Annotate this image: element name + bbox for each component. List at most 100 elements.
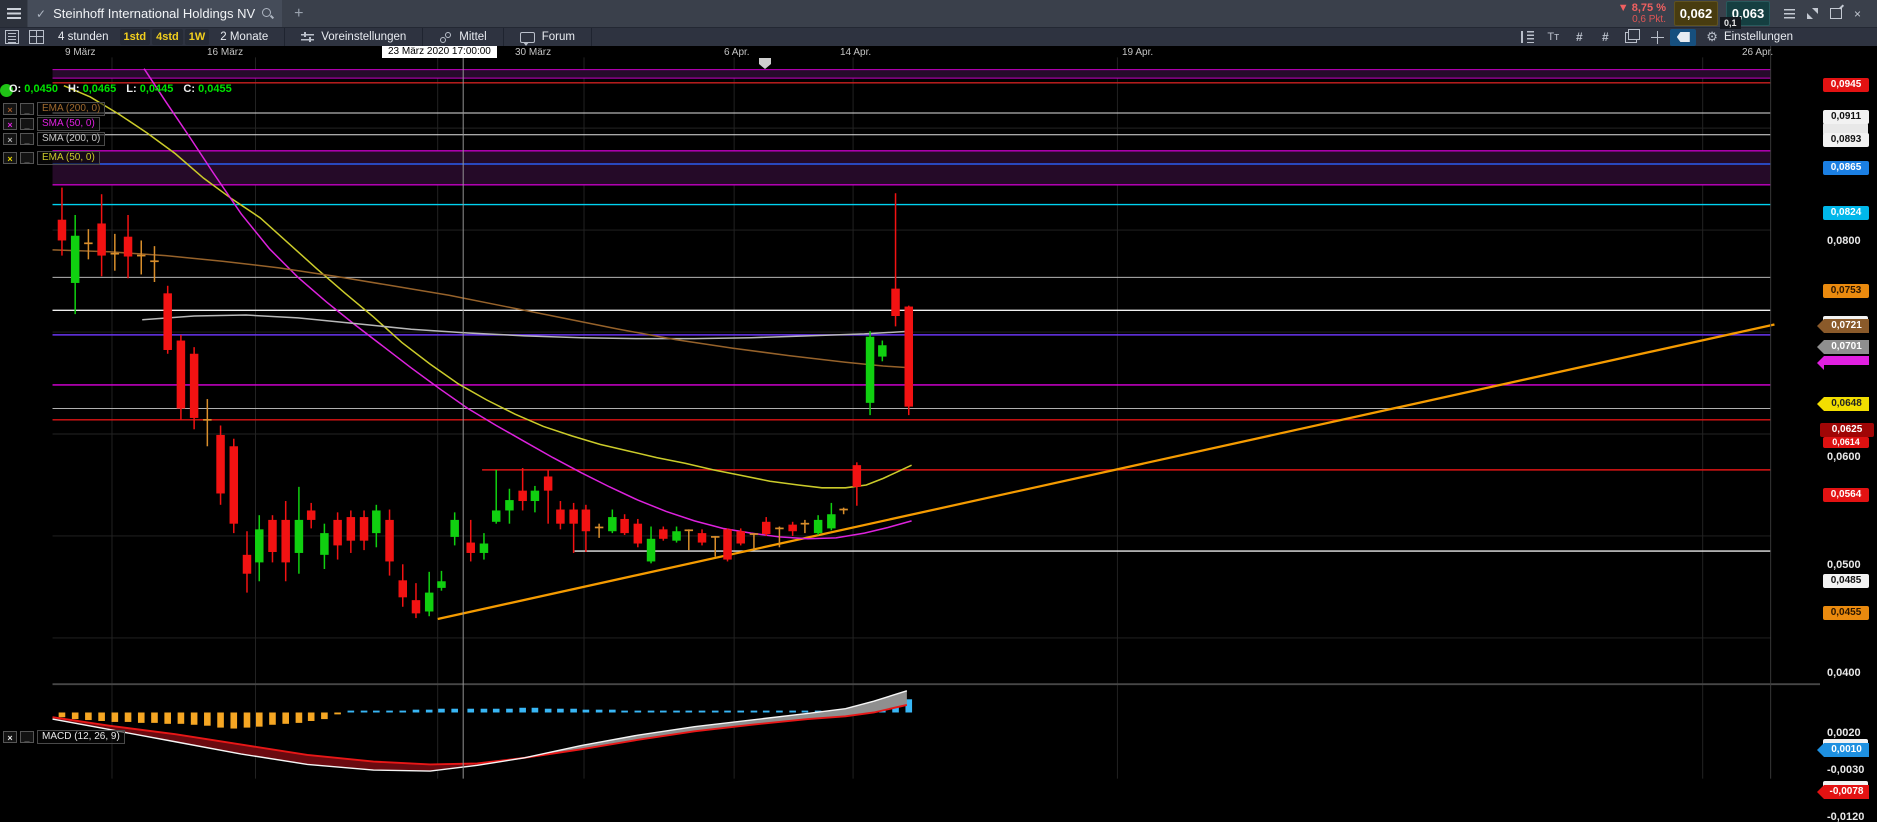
indicator-minimize-button[interactable]: _ [20,103,34,115]
macd-histogram-bar [750,710,758,713]
macd-histogram-bar [217,712,224,728]
candle-body [97,223,106,256]
indicator-minimize-button[interactable]: _ [20,133,34,145]
macd-histogram-bar [269,712,276,725]
gear-icon: ⚙ [1706,29,1718,44]
candle-body [813,519,823,534]
draw-grid-button[interactable]: # [1592,29,1618,46]
scale-tool-button[interactable] [1514,29,1540,46]
close-value: 0,0455 [198,83,232,95]
text-tool-button[interactable]: Tт [1540,29,1566,46]
window-list-icon[interactable] [1783,8,1795,19]
price-axis-label: -0,0120 [1827,811,1865,822]
price-axis-label: 0,0865 [1823,161,1869,175]
close-icon[interactable]: × [1854,8,1861,20]
price-axis-label: 0,0701 [1817,340,1869,354]
indicator-close-button[interactable]: × [3,118,17,130]
price-axis-label: 0,0010 [1817,743,1869,757]
date-axis-label: 6 Apr. [724,47,750,58]
crosshair-date-tooltip: 23 März 2020 17:00:00 [382,46,497,58]
layout-button[interactable] [24,29,48,46]
macd-histogram-bar [711,710,719,713]
date-axis-label: 19 Apr. [1122,47,1154,58]
bid-price-button[interactable]: 0,062 [1673,1,1718,26]
hamburger-menu-button[interactable] [0,0,27,27]
candle-body [437,581,446,588]
watchlist-button[interactable] [0,29,24,46]
moving-average-line [143,68,912,540]
macd-histogram-bar [673,710,680,713]
indicator-minimize-button[interactable]: _ [20,152,34,164]
add-tab-button[interactable]: + [282,5,315,23]
candle-body [530,490,540,502]
candle-body [359,517,369,541]
macd-histogram-bar [58,712,66,718]
indicator-close-button[interactable]: × [3,152,17,164]
macd-histogram-bar [373,710,380,713]
indicator-row: × _ SMA (50, 0) [3,117,100,131]
candle-body [306,510,316,520]
price-axis-label: 0,0020 [1827,727,1861,739]
timeframe-button[interactable]: 4 stunden [48,31,119,43]
candle-body [372,510,381,534]
macd-indicator-row: × _ MACD (12, 26, 9) [3,730,125,744]
macd-histogram-bar [762,710,770,713]
instrument-tab[interactable]: ✓ Steinhoff International Holdings NV [28,0,283,27]
date-axis[interactable]: 9 März 16 März 30 März 6 Apr. 14 Apr. 19 Apr.… [0,46,1877,58]
range-button[interactable]: 2 Monate [210,31,278,43]
macd-histogram-bar [595,709,603,713]
indicator-close-button[interactable]: × [3,103,17,115]
candle-body [904,306,914,407]
indicator-minimize-button[interactable]: _ [20,118,34,130]
timeframe-1std-button[interactable]: 1std [119,29,151,45]
indicator-label: EMA (200, 0) [37,102,106,116]
macd-histogram-bar [698,710,706,713]
candle-body [268,519,277,553]
grid-toggle-button[interactable]: # [1566,29,1592,46]
presets-button[interactable]: Voreinstellungen [291,31,416,43]
duplicate-button[interactable] [1618,28,1644,46]
price-chart-canvas[interactable] [0,46,1877,822]
macd-histogram-bar [621,710,628,713]
macd-histogram-bar [544,708,552,713]
macd-histogram-bar [776,710,783,713]
macd-histogram-bar [124,712,132,722]
macd-histogram-bar [360,710,368,713]
candle-body [229,446,239,524]
trendline [437,323,1775,621]
price-axis[interactable]: 0,0945 0,0911 0,0893 0,0865 0,0824 0,0800 0,07… [1817,46,1877,822]
macd-histogram-bar [111,712,119,722]
candle-body [479,543,489,553]
candle-body [581,509,591,532]
compress-window-icon[interactable] [1806,8,1818,19]
candle-body [827,514,836,529]
average-icon [439,31,452,43]
candle-body [865,336,875,403]
macd-histogram-bar [609,709,616,713]
popout-window-icon[interactable] [1829,8,1842,19]
macd-histogram-bar [282,712,290,724]
mittel-button[interactable]: Mittel [429,31,496,43]
search-icon[interactable] [262,7,274,20]
settings-button[interactable]: ⚙ Einstellungen [1696,29,1793,45]
macd-histogram-bar [789,710,796,713]
timeframe-4std-button[interactable]: 4std [152,29,183,45]
hamburger-icon [6,8,21,19]
forum-button[interactable]: Forum [510,31,585,46]
open-value: 0,0450 [24,83,58,95]
chart-area[interactable]: 9 März 16 März 30 März 6 Apr. 14 Apr. 19 Apr.… [0,46,1877,822]
grid-layout-icon [28,30,44,44]
timeframe-1w-button[interactable]: 1W [184,29,210,45]
checkmark-icon: ✓ [36,6,47,21]
indicator-minimize-button[interactable]: _ [20,731,34,743]
macd-histogram-bar [492,708,500,713]
price-tag-tool-button[interactable] [1670,28,1697,46]
indicator-close-button[interactable]: × [3,731,17,743]
open-label: O: [9,83,22,95]
crosshair-tool-button[interactable] [1644,29,1670,46]
titlebar: ✓ Steinhoff International Holdings NV + … [0,0,1877,29]
indicator-close-button[interactable]: × [3,133,17,145]
price-axis-label: 0,0893 [1823,133,1869,147]
change-points: 0,6 Pkt. [1632,13,1666,25]
macd-histogram-bar [85,712,92,721]
